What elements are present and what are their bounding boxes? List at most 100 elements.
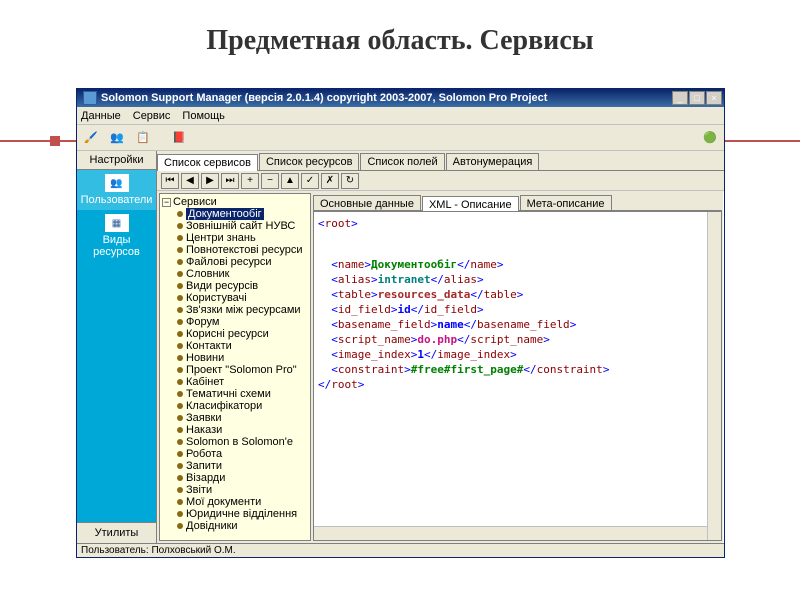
tree-root[interactable]: − Сервиси bbox=[162, 196, 308, 208]
nav-commit-button[interactable]: ✓ bbox=[301, 173, 319, 189]
bullet-icon bbox=[177, 499, 183, 505]
tree-item[interactable]: Юридичне відділення bbox=[170, 508, 308, 520]
tool-copy-icon[interactable]: 📋 bbox=[133, 128, 153, 148]
tree-item[interactable]: Центри знань bbox=[170, 232, 308, 244]
subtab-0[interactable]: Основные данные bbox=[313, 195, 421, 210]
expand-icon[interactable]: − bbox=[162, 198, 171, 207]
bullet-icon bbox=[177, 463, 183, 469]
bullet-icon bbox=[177, 223, 183, 229]
bullet-icon bbox=[177, 319, 183, 325]
tab-автонумерация[interactable]: Автонумерация bbox=[446, 153, 540, 170]
tree-item-label: Класифікатори bbox=[186, 400, 262, 412]
tree-item[interactable]: Запити bbox=[170, 460, 308, 472]
sidebar-settings[interactable]: Настройки bbox=[77, 151, 156, 170]
xml-line: </root> bbox=[318, 377, 717, 392]
tree-item[interactable]: Робота bbox=[170, 448, 308, 460]
bullet-icon bbox=[177, 259, 183, 265]
tab-список-сервисов[interactable]: Список сервисов bbox=[157, 154, 258, 171]
tree-item[interactable]: Візарди bbox=[170, 472, 308, 484]
tree-item[interactable]: Форум bbox=[170, 316, 308, 328]
tree-item[interactable]: Мої документи bbox=[170, 496, 308, 508]
tree-item[interactable]: Зовнішній сайт НУВС bbox=[170, 220, 308, 232]
tree-item[interactable]: Файлові ресурси bbox=[170, 256, 308, 268]
subtab-1[interactable]: XML - Описание bbox=[422, 196, 519, 211]
tree-item[interactable]: Корисні ресурси bbox=[170, 328, 308, 340]
menu-help[interactable]: Помощь bbox=[182, 110, 225, 122]
record-nav-toolbar: ⏮◀▶⏭+−▲✓✗↻ bbox=[157, 171, 724, 191]
xml-view[interactable]: <root> <name>Документообіг</name> <alias… bbox=[313, 211, 722, 541]
tree-item[interactable]: Solomon в Solomon'е bbox=[170, 436, 308, 448]
sidebar-item-resource-types[interactable]: ▦ Виды ресурсов bbox=[77, 210, 156, 262]
tab-список-полей[interactable]: Список полей bbox=[360, 153, 444, 170]
tree-item-label: Робота bbox=[186, 448, 222, 460]
bullet-icon bbox=[177, 415, 183, 421]
nav-cancel-button[interactable]: ✗ bbox=[321, 173, 339, 189]
menu-service[interactable]: Сервис bbox=[133, 110, 171, 122]
detail-tabs: Основные данныеXML - ОписаниеМета-описан… bbox=[313, 193, 722, 211]
tree-item[interactable]: Повнотекстові ресурси bbox=[170, 244, 308, 256]
close-button[interactable]: × bbox=[706, 91, 722, 105]
maximize-button[interactable]: □ bbox=[689, 91, 705, 105]
tree-item[interactable]: Накази bbox=[170, 424, 308, 436]
xml-line: <constraint>#free#first_page#</constrain… bbox=[318, 362, 717, 377]
xml-line: <basename_field>name</basename_field> bbox=[318, 317, 717, 332]
menu-data[interactable]: Данные bbox=[81, 110, 121, 122]
tree-item[interactable]: Користувачі bbox=[170, 292, 308, 304]
bullet-icon bbox=[177, 331, 183, 337]
nav-delete-button[interactable]: − bbox=[261, 173, 279, 189]
bullet-icon bbox=[177, 307, 183, 313]
tree-item-label: Solomon в Solomon'е bbox=[186, 436, 293, 448]
bullet-icon bbox=[177, 211, 183, 217]
sidebar-item-label: Пользователи bbox=[81, 194, 153, 206]
tree-item-label: Тематичні схеми bbox=[186, 388, 271, 400]
tree-item[interactable]: Контакти bbox=[170, 340, 308, 352]
tree-item[interactable]: Заявки bbox=[170, 412, 308, 424]
bullet-icon bbox=[177, 487, 183, 493]
slide-accent-square bbox=[50, 136, 60, 146]
scrollbar-vertical[interactable] bbox=[707, 212, 721, 540]
nav-prev-button[interactable]: ◀ bbox=[181, 173, 199, 189]
minimize-button[interactable]: _ bbox=[672, 91, 688, 105]
tool-users-icon[interactable]: 👥 bbox=[107, 128, 127, 148]
tree-item[interactable]: Зв'язки між ресурсами bbox=[170, 304, 308, 316]
service-tree[interactable]: − Сервиси ДокументообігЗовнішній сайт НУ… bbox=[159, 193, 311, 541]
tree-item-label: Файлові ресурси bbox=[186, 256, 272, 268]
bullet-icon bbox=[177, 439, 183, 445]
tool-exit-icon[interactable]: 📕 bbox=[169, 128, 189, 148]
tree-item[interactable]: Кабінет bbox=[170, 376, 308, 388]
tree-item[interactable]: Новини bbox=[170, 352, 308, 364]
tool-brush-icon[interactable]: 🖌️ bbox=[81, 128, 101, 148]
tree-item-label: Корисні ресурси bbox=[186, 328, 269, 340]
sidebar-utilities[interactable]: Утилиты bbox=[77, 522, 156, 543]
bullet-icon bbox=[177, 283, 183, 289]
sidebar-item-label: Виды ресурсов bbox=[93, 234, 140, 258]
nav-edit-button[interactable]: ▲ bbox=[281, 173, 299, 189]
tree-item[interactable]: Словник bbox=[170, 268, 308, 280]
tool-run-icon[interactable]: 🟢 bbox=[700, 128, 720, 148]
tree-item[interactable]: Звіти bbox=[170, 484, 308, 496]
tree-item-label: Юридичне відділення bbox=[186, 508, 297, 520]
tree-item[interactable]: Документообіг bbox=[170, 208, 308, 220]
nav-last-button[interactable]: ⏭ bbox=[221, 173, 239, 189]
scrollbar-horizontal[interactable] bbox=[314, 526, 707, 540]
xml-line: <id_field>id</id_field> bbox=[318, 302, 717, 317]
tree-item[interactable]: Класифікатори bbox=[170, 400, 308, 412]
nav-add-button[interactable]: + bbox=[241, 173, 259, 189]
tree-item[interactable]: Види ресурсів bbox=[170, 280, 308, 292]
nav-first-button[interactable]: ⏮ bbox=[161, 173, 179, 189]
sidebar-item-users[interactable]: 👥 Пользователи bbox=[77, 170, 156, 210]
bullet-icon bbox=[177, 451, 183, 457]
nav-next-button[interactable]: ▶ bbox=[201, 173, 219, 189]
detail-pane: Основные данныеXML - ОписаниеМета-описан… bbox=[313, 193, 722, 541]
xml-line: <alias>intranet</alias> bbox=[318, 272, 717, 287]
tree-item[interactable]: Проект "Solomon Pro" bbox=[170, 364, 308, 376]
bullet-icon bbox=[177, 391, 183, 397]
nav-refresh-button[interactable]: ↻ bbox=[341, 173, 359, 189]
tab-список-ресурсов[interactable]: Список ресурсов bbox=[259, 153, 359, 170]
tree-root-label: Сервиси bbox=[173, 196, 217, 208]
subtab-2[interactable]: Мета-описание bbox=[520, 195, 612, 210]
tree-item[interactable]: Довідники bbox=[170, 520, 308, 532]
tree-item-label: Повнотекстові ресурси bbox=[186, 244, 303, 256]
tree-item[interactable]: Тематичні схеми bbox=[170, 388, 308, 400]
sidebar: Настройки 👥 Пользователи ▦ Виды ресурсов… bbox=[77, 151, 157, 543]
